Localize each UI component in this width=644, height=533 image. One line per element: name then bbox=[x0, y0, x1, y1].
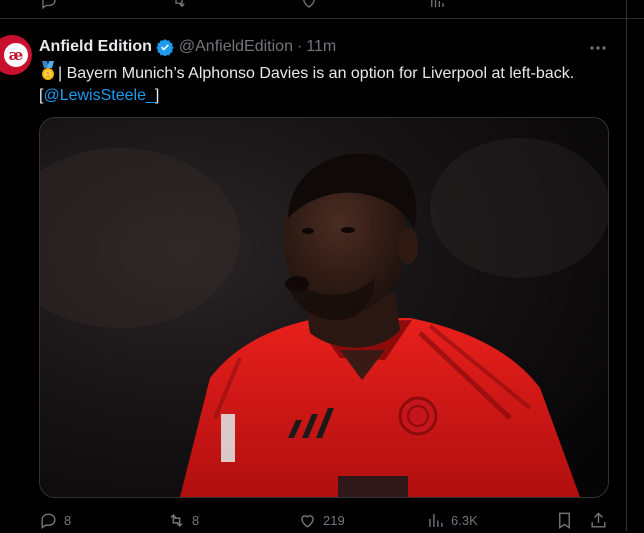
verified-badge-icon bbox=[156, 39, 174, 56]
header-separator: · bbox=[296, 38, 303, 55]
tweet-timestamp[interactable]: 11m bbox=[306, 38, 336, 56]
heart-icon bbox=[301, 514, 314, 528]
mention-link[interactable]: @LewisSteele_ bbox=[43, 87, 154, 104]
medal-icon: 1 bbox=[42, 61, 54, 80]
bookmark-button[interactable] bbox=[555, 509, 580, 531]
like-count: 219 bbox=[323, 512, 345, 528]
like-button[interactable]: 219 bbox=[298, 509, 345, 531]
tweet-header: Anfield Edition @AnfieldEdition · 11m bbox=[39, 36, 336, 58]
prev-retweet-button[interactable] bbox=[170, 0, 188, 8]
views-icon bbox=[431, 0, 444, 7]
media-photo bbox=[40, 118, 608, 497]
prev-like-button[interactable] bbox=[300, 0, 318, 8]
view-count: 6.3K bbox=[451, 512, 478, 528]
avatar-logo: æ bbox=[4, 43, 28, 67]
retweet-count: 8 bbox=[192, 512, 200, 528]
tweet-media-image[interactable] bbox=[39, 117, 609, 498]
views-button[interactable]: 6.3K bbox=[426, 509, 478, 531]
tweet-body-tail: ] bbox=[154, 87, 160, 104]
tweet-text: 1 | Bayern Munich’s Alphonso Davies is a… bbox=[39, 61, 599, 107]
views-icon bbox=[429, 513, 443, 527]
retweet-icon bbox=[175, 0, 185, 8]
retweet-icon bbox=[170, 513, 183, 527]
timeline-right-border bbox=[626, 0, 627, 531]
previous-tweet-actions bbox=[0, 0, 644, 19]
author-handle[interactable]: @AnfieldEdition bbox=[179, 38, 293, 56]
share-icon bbox=[591, 511, 606, 528]
retweet-button[interactable]: 8 bbox=[167, 509, 199, 531]
prev-reply-button[interactable] bbox=[40, 0, 58, 10]
bookmark-icon bbox=[559, 512, 570, 529]
heart-icon bbox=[303, 0, 315, 8]
reply-count: 8 bbox=[64, 512, 72, 528]
reply-icon bbox=[41, 512, 56, 529]
tweet-actions: 8 8 219 6.3K bbox=[39, 509, 609, 533]
svg-text:1: 1 bbox=[46, 71, 50, 79]
avatar-letters: æ bbox=[8, 46, 24, 64]
reply-button[interactable]: 8 bbox=[39, 509, 71, 531]
author-avatar[interactable]: æ bbox=[0, 35, 32, 75]
prev-views-button[interactable] bbox=[428, 0, 446, 8]
more-options-icon[interactable] bbox=[588, 38, 608, 58]
share-button[interactable] bbox=[589, 509, 614, 531]
reply-icon bbox=[42, 0, 56, 10]
author-name[interactable]: Anfield Edition bbox=[39, 38, 152, 56]
